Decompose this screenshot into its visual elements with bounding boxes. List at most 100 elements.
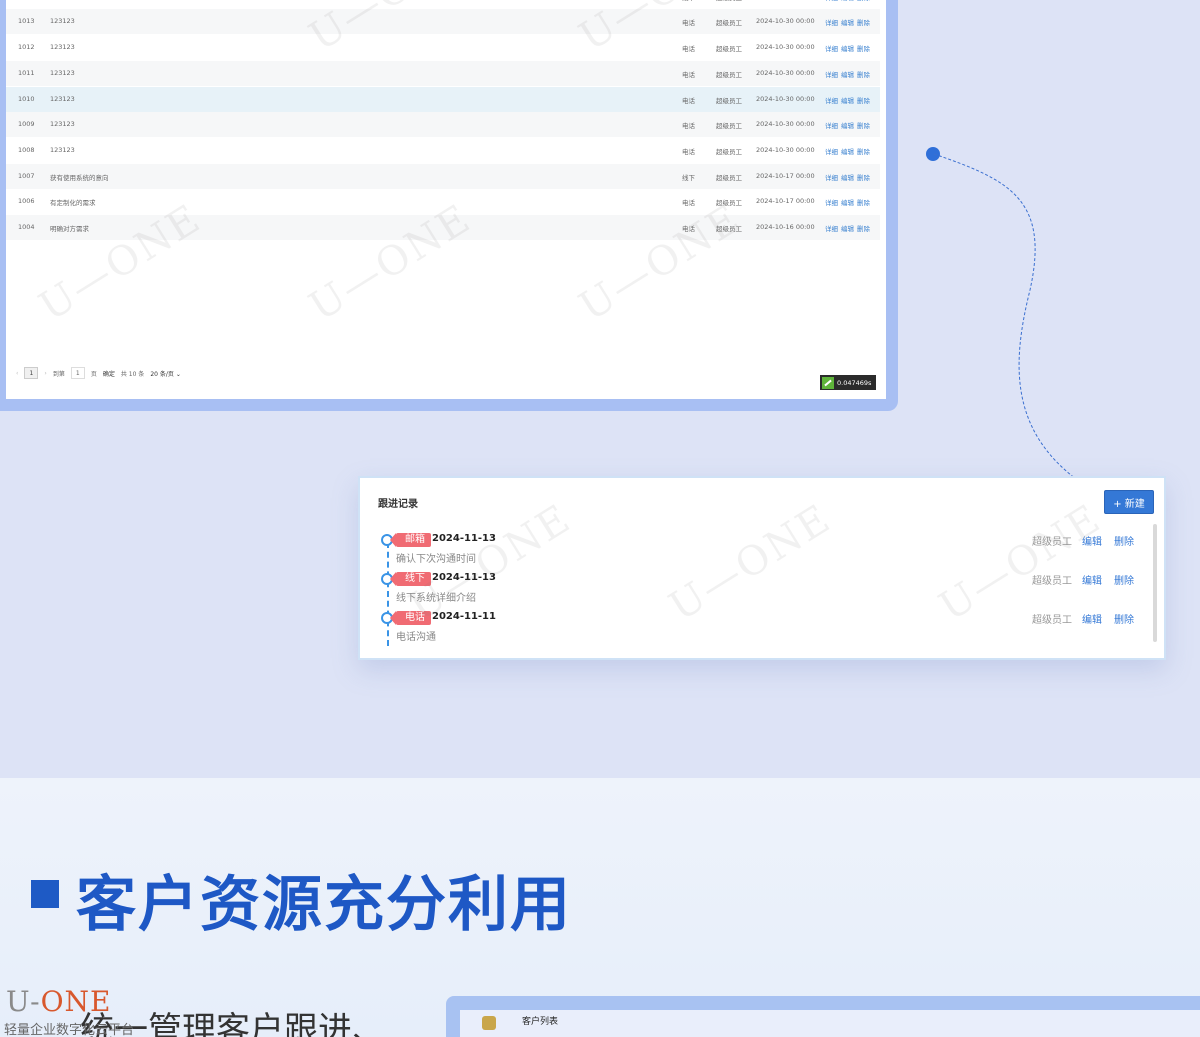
follow-description: 电话沟通: [396, 632, 436, 643]
detail-link[interactable]: 详细: [825, 0, 838, 2]
scrollbar[interactable]: [1153, 524, 1157, 642]
row-content: 获有使用系统的意向: [50, 174, 109, 182]
edit-link[interactable]: 编辑: [841, 174, 854, 182]
page-unit-label: 页: [90, 370, 97, 378]
edit-link[interactable]: 编辑: [841, 71, 854, 79]
table-row[interactable]: 1011 123123 电话 超级员工 2024-10-30 00:00 详细 编辑 删除: [6, 61, 880, 86]
table-row[interactable]: 1004 明确对方需求 电话 超级员工 2024-10-16 00:00 详细 编辑 删除: [6, 215, 880, 240]
delete-button[interactable]: 删除: [1114, 572, 1134, 587]
edit-button[interactable]: 编辑: [1082, 572, 1102, 587]
row-user: 超级员工: [716, 45, 742, 53]
detail-link[interactable]: 详细: [825, 225, 838, 233]
detail-link[interactable]: 详细: [825, 45, 838, 53]
row-time: 2024-10-30 00:00: [756, 43, 815, 51]
next-page-button[interactable]: ›: [44, 370, 46, 377]
table-row[interactable]: 1010 123123 电话 超级员工 2024-10-30 00:00 详细 编辑 删除: [6, 87, 880, 112]
detail-link[interactable]: 详细: [825, 19, 838, 27]
edit-link[interactable]: 编辑: [841, 0, 854, 2]
logo-text-a: U-: [6, 985, 41, 1018]
follow-record-title: 跟进记录: [378, 499, 418, 510]
row-actions: 详细编辑删除: [825, 95, 873, 105]
follow-type-tag: 电话: [390, 611, 431, 625]
delete-link[interactable]: 删除: [857, 199, 870, 207]
connector-dot: [926, 147, 940, 161]
delete-link[interactable]: 删除: [857, 45, 870, 53]
row-time: 2024-10-17 00:00: [756, 172, 815, 180]
app-icon: [482, 1016, 496, 1030]
row-user: 超级员工: [716, 19, 742, 27]
row-actions: 详细编辑删除: [825, 43, 873, 53]
goto-page-input[interactable]: 1: [70, 367, 85, 379]
goto-confirm-button[interactable]: 确定: [103, 369, 115, 378]
detail-link[interactable]: 详细: [825, 97, 838, 105]
customer-list-preview: 客户列表: [446, 996, 1200, 1037]
new-record-button[interactable]: + 新建: [1104, 490, 1154, 514]
delete-link[interactable]: 删除: [857, 148, 870, 156]
edit-link[interactable]: 编辑: [841, 97, 854, 105]
timeline-item: 电话 2024-11-11 电话沟通 超级员工 编辑 删除: [380, 610, 1140, 650]
edit-link[interactable]: 编辑: [841, 148, 854, 156]
prev-page-button[interactable]: ‹: [16, 370, 18, 377]
edit-link[interactable]: 编辑: [841, 19, 854, 27]
delete-link[interactable]: 删除: [857, 174, 870, 182]
row-actions: 详细编辑删除: [825, 197, 873, 207]
detail-link[interactable]: 详细: [825, 71, 838, 79]
row-actions: 详细编辑删除: [825, 0, 873, 2]
edit-button[interactable]: 编辑: [1082, 533, 1102, 548]
row-user: 超级员工: [716, 199, 742, 207]
timeline-item: 邮箱 2024-11-13 确认下次沟通时间 超级员工 编辑 删除: [380, 532, 1140, 572]
goto-label: 到第: [52, 370, 65, 378]
row-id: 1009: [18, 120, 35, 128]
table-row[interactable]: 1008 123123 电话 超级员工 2024-10-30 00:00 详细 编辑 删除: [6, 138, 880, 163]
detail-link[interactable]: 详细: [825, 199, 838, 207]
leaf-icon: [822, 376, 834, 389]
delete-link[interactable]: 删除: [857, 19, 870, 27]
table-row[interactable]: 1007 获有使用系统的意向 线下 超级员工 2024-10-17 00:00 详细 编辑删…: [6, 164, 880, 189]
delete-link[interactable]: 删除: [857, 97, 870, 105]
row-user: 超级员工: [716, 148, 742, 156]
delete-link[interactable]: 删除: [857, 71, 870, 79]
row-user: 超级员工: [716, 97, 742, 105]
preview-title: 客户列表: [522, 1017, 559, 1027]
detail-link[interactable]: 详细: [825, 174, 838, 182]
edit-link[interactable]: 编辑: [841, 199, 854, 207]
row-time: 2024-10-30 00:00: [756, 120, 815, 128]
row-actions: 详细编辑删除: [825, 69, 873, 79]
page-size-value: 20 条/页: [150, 370, 174, 378]
logo-text-b: ONE: [40, 985, 112, 1018]
delete-link[interactable]: 删除: [857, 122, 870, 130]
row-user: 超级员工: [716, 0, 742, 2]
edit-link[interactable]: 编辑: [841, 45, 854, 53]
table-row[interactable]: 1013 123123 电话 超级员工 2024-10-30 00:00 详细 编辑 删除: [6, 9, 880, 34]
row-actions: 详细编辑删除: [825, 17, 873, 27]
debug-timer-badge: 0.047469s: [820, 375, 876, 390]
follow-user: 超级员工: [1032, 615, 1072, 626]
delete-button[interactable]: 删除: [1114, 611, 1134, 626]
edit-button[interactable]: 编辑: [1082, 611, 1102, 626]
table-row[interactable]: 1006 有定制化的需求 电话 超级员工 2024-10-17 00:00 详细 编辑 删除: [6, 189, 880, 214]
edit-link[interactable]: 编辑: [841, 225, 854, 233]
page-1-button[interactable]: 1: [24, 367, 39, 379]
row-time: 2024-10-30 00:00: [756, 69, 815, 77]
table-row[interactable]: 1012 123123 电话 超级员工 2024-10-30 00:00 详细 编辑 删除: [6, 35, 880, 60]
detail-link[interactable]: 详细: [825, 122, 838, 130]
edit-link[interactable]: 编辑: [841, 122, 854, 130]
table-row[interactable]: 10141线下超级员工2024-11-18 00:00详细编辑删除: [6, 0, 880, 9]
row-id: 1007: [18, 172, 35, 180]
row-type: 电话: [682, 122, 695, 130]
row-content: 有定制化的需求: [50, 199, 96, 207]
row-type: 线下: [682, 174, 695, 182]
follow-date: 2024-11-13: [432, 533, 496, 544]
table-row[interactable]: 1009 123123 电话 超级员工 2024-10-30 00:00 详细 编辑 删除: [6, 112, 880, 137]
connector-line: [926, 147, 1096, 493]
row-content: 123123: [50, 43, 75, 51]
delete-button[interactable]: 删除: [1114, 533, 1134, 548]
row-actions: 详细编辑删除: [825, 146, 873, 156]
row-actions: 详细编辑删除: [825, 120, 873, 130]
detail-link[interactable]: 详细: [825, 148, 838, 156]
delete-link[interactable]: 删除: [857, 0, 870, 2]
page-size-select[interactable]: 20 条/页 ⌄: [150, 369, 181, 378]
section-title: 客户资源充分利用: [76, 870, 572, 940]
follow-type-tag: 邮箱: [390, 533, 431, 547]
delete-link[interactable]: 删除: [857, 225, 870, 233]
